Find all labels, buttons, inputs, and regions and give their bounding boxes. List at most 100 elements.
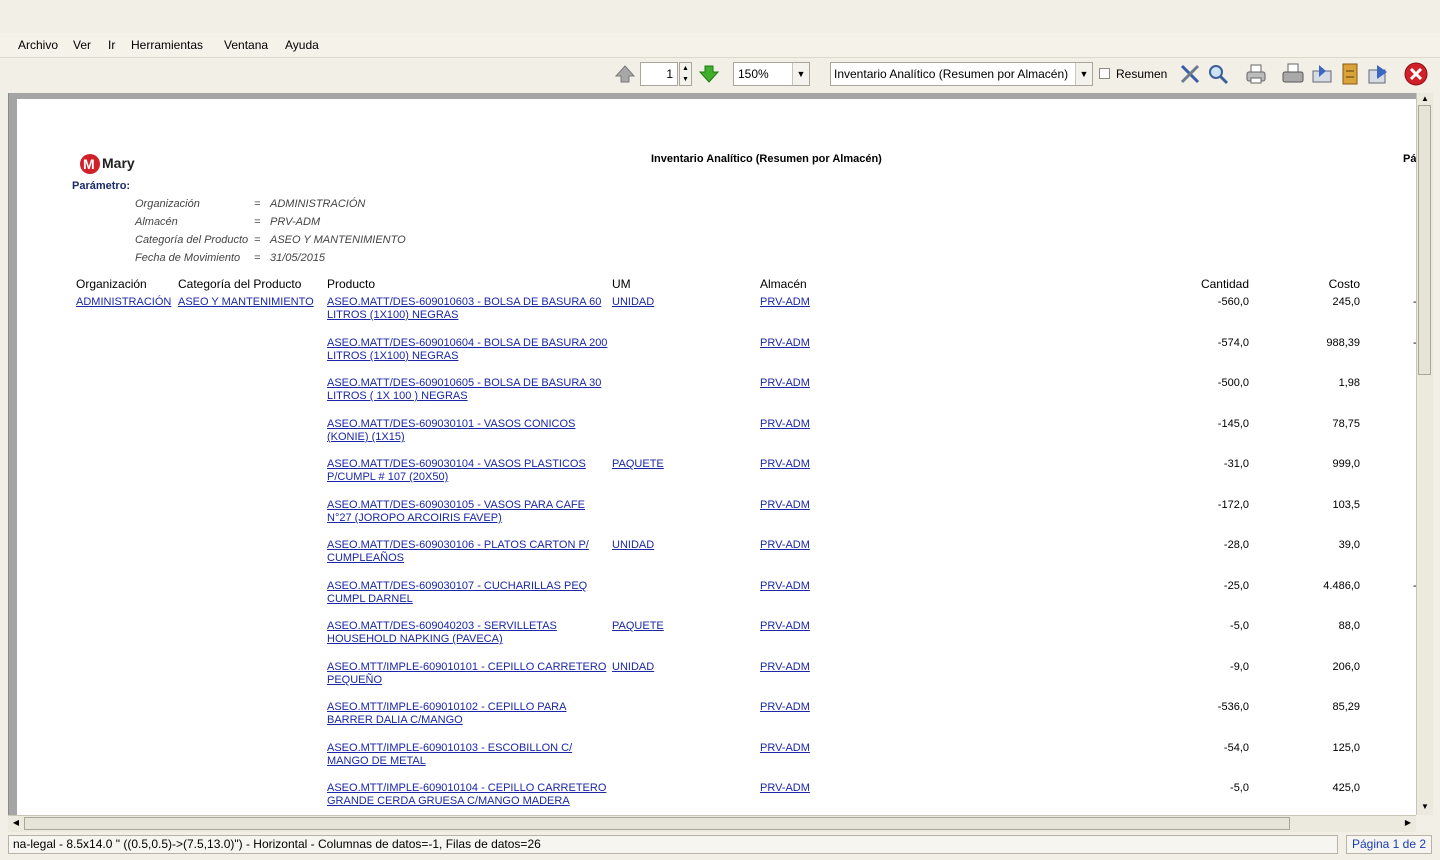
menu-ventana[interactable]: Ventana: [224, 38, 268, 52]
zoom-select[interactable]: 150% ▼: [733, 62, 810, 86]
printer-setup-icon: [1282, 63, 1304, 83]
warehouse-link[interactable]: PRV-ADM: [760, 296, 810, 308]
spinner-up-icon[interactable]: ▲: [680, 63, 691, 74]
unit-link[interactable]: UNIDAD: [612, 539, 654, 551]
horizontal-scrollbar[interactable]: ◀ ▶: [8, 815, 1416, 832]
vertical-scroll-thumb[interactable]: [1418, 105, 1431, 375]
customize-button[interactable]: [1177, 61, 1203, 87]
warehouse-link[interactable]: PRV-ADM: [760, 539, 810, 551]
menu-archivo[interactable]: Archivo: [18, 38, 58, 52]
warehouse-link[interactable]: PRV-ADM: [760, 580, 810, 592]
toolbar: [0, 58, 1440, 92]
archive-button[interactable]: [1337, 61, 1363, 87]
warehouse-link[interactable]: PRV-ADM: [760, 782, 810, 794]
menu-bar: Archivo Ver Ir Herramientas Ventana Ayud…: [0, 33, 1440, 58]
warehouse-link[interactable]: PRV-ADM: [760, 499, 810, 511]
scroll-left-icon[interactable]: ◀: [8, 817, 24, 829]
warehouse-link[interactable]: PRV-ADM: [760, 701, 810, 713]
quantity-value: -5,0: [1230, 782, 1249, 794]
search-icon: [1209, 65, 1229, 85]
menu-herramientas[interactable]: Herramientas: [131, 38, 203, 52]
horizontal-scroll-thumb[interactable]: [24, 817, 1290, 830]
param-value: ASEO Y MANTENIMIENTO: [270, 234, 406, 246]
quantity-value: -145,0: [1217, 418, 1249, 430]
company-logo: M Mary: [79, 152, 145, 179]
scroll-down-icon[interactable]: ▼: [1417, 801, 1433, 813]
quantity-value: -28,0: [1223, 539, 1249, 551]
category-link[interactable]: ASEO Y MANTENIMIENTO: [178, 296, 314, 308]
quantity-value: -9,0: [1230, 661, 1249, 673]
summary-checkbox-label[interactable]: Resumen: [1116, 67, 1167, 81]
product-link[interactable]: ASEO.MATT/DES-609010604 - BOLSA DE BASUR…: [327, 337, 612, 363]
product-link[interactable]: ASEO.MATT/DES-609030107 - CUCHARILLAS PE…: [327, 580, 612, 606]
warehouse-link[interactable]: PRV-ADM: [760, 620, 810, 632]
param-value: PRV-ADM: [270, 216, 321, 228]
menu-ir[interactable]: Ir: [108, 38, 115, 52]
quantity-value: -500,0: [1217, 377, 1249, 389]
product-link[interactable]: ASEO.MTT/IMPLE-609010104 - CEPILLO CARRE…: [327, 782, 612, 808]
menu-ayuda[interactable]: Ayuda: [285, 38, 319, 52]
org-link[interactable]: ADMINISTRACIÓN: [76, 296, 171, 308]
chevron-down-icon[interactable]: ▼: [792, 63, 809, 85]
quantity-value: -560,0: [1217, 296, 1249, 308]
report-viewport: M Mary Inventario Analítico (Resumen por…: [8, 93, 1417, 815]
warehouse-link[interactable]: PRV-ADM: [760, 418, 810, 430]
param-eq: =: [254, 216, 261, 228]
chevron-down-icon[interactable]: ▼: [1075, 63, 1092, 85]
warehouse-link[interactable]: PRV-ADM: [760, 742, 810, 754]
param-eq: =: [254, 234, 261, 246]
product-link[interactable]: ASEO.MATT/DES-609010603 - BOLSA DE BASUR…: [327, 296, 612, 322]
cost-value: 245,0: [1332, 296, 1360, 308]
col-header-cant: Cantidad: [1200, 277, 1249, 291]
previous-page-button[interactable]: [612, 61, 638, 87]
page-number-input[interactable]: 1: [640, 62, 678, 86]
product-link[interactable]: ASEO.MTT/IMPLE-609010103 - ESCOBILLON C/…: [327, 742, 612, 768]
warehouse-link[interactable]: PRV-ADM: [760, 458, 810, 470]
product-link[interactable]: ASEO.MATT/DES-609010605 - BOLSA DE BASUR…: [327, 377, 612, 403]
close-button[interactable]: [1403, 61, 1429, 87]
cost-value: 103,5: [1332, 499, 1360, 511]
vertical-scrollbar[interactable]: ▲ ▼: [1416, 93, 1433, 815]
status-bar: na-legal - 8.5x14.0 " ((0.5,0.5)->(7.5,1…: [0, 832, 1440, 860]
print-button[interactable]: [1243, 61, 1269, 87]
page-label-cut: Pá: [1403, 153, 1417, 165]
col-header-org: Organización: [76, 277, 147, 291]
unit-link[interactable]: PAQUETE: [612, 458, 664, 470]
next-page-button[interactable]: [696, 61, 722, 87]
cost-value: 4.486,0: [1323, 580, 1360, 592]
cost-value: 425,0: [1332, 782, 1360, 794]
warehouse-link[interactable]: PRV-ADM: [760, 661, 810, 673]
arrow-up-icon: [614, 65, 636, 83]
scroll-up-icon[interactable]: ▲: [1417, 93, 1433, 105]
col-header-um: UM: [612, 277, 631, 291]
find-button[interactable]: [1205, 61, 1231, 87]
product-link[interactable]: ASEO.MATT/DES-609040203 - SERVILLETAS HO…: [327, 620, 612, 646]
tools-icon: [1180, 64, 1200, 84]
page-indicator: Página 1 de 2: [1346, 835, 1432, 854]
send-button[interactable]: [1309, 61, 1335, 87]
cost-value: 1,98: [1338, 377, 1360, 389]
unit-link[interactable]: PAQUETE: [612, 620, 664, 632]
product-link[interactable]: ASEO.MATT/DES-609030106 - PLATOS CARTON …: [327, 539, 612, 565]
scroll-right-icon[interactable]: ▶: [1400, 817, 1416, 829]
cost-value: 999,0: [1332, 458, 1360, 470]
unit-link[interactable]: UNIDAD: [612, 661, 654, 673]
menu-ver[interactable]: Ver: [73, 38, 91, 52]
product-link[interactable]: ASEO.MTT/IMPLE-609010101 - CEPILLO CARRE…: [327, 661, 612, 687]
warehouse-link[interactable]: PRV-ADM: [760, 337, 810, 349]
param-value: 31/05/2015: [270, 252, 326, 264]
printer-setup-button[interactable]: [1280, 61, 1306, 87]
product-link[interactable]: ASEO.MATT/DES-609030101 - VASOS CONICOS …: [327, 418, 612, 444]
product-link[interactable]: ASEO.MTT/IMPLE-609010102 - CEPILLO PARA …: [327, 701, 612, 727]
unit-link[interactable]: UNIDAD: [612, 296, 654, 308]
param-label: Almacén: [135, 216, 178, 228]
report-select[interactable]: Inventario Analítico (Resumen por Almacé…: [830, 62, 1093, 86]
product-link[interactable]: ASEO.MATT/DES-609030104 - VASOS PLASTICO…: [327, 458, 612, 484]
warehouse-link[interactable]: PRV-ADM: [760, 377, 810, 389]
page-spinner[interactable]: ▲ ▼: [679, 62, 692, 86]
export-button[interactable]: [1365, 61, 1391, 87]
param-eq: =: [254, 198, 261, 210]
summary-checkbox[interactable]: [1099, 68, 1110, 79]
product-link[interactable]: ASEO.MATT/DES-609030105 - VASOS PARA CAF…: [327, 499, 612, 525]
spinner-down-icon[interactable]: ▼: [680, 74, 691, 85]
